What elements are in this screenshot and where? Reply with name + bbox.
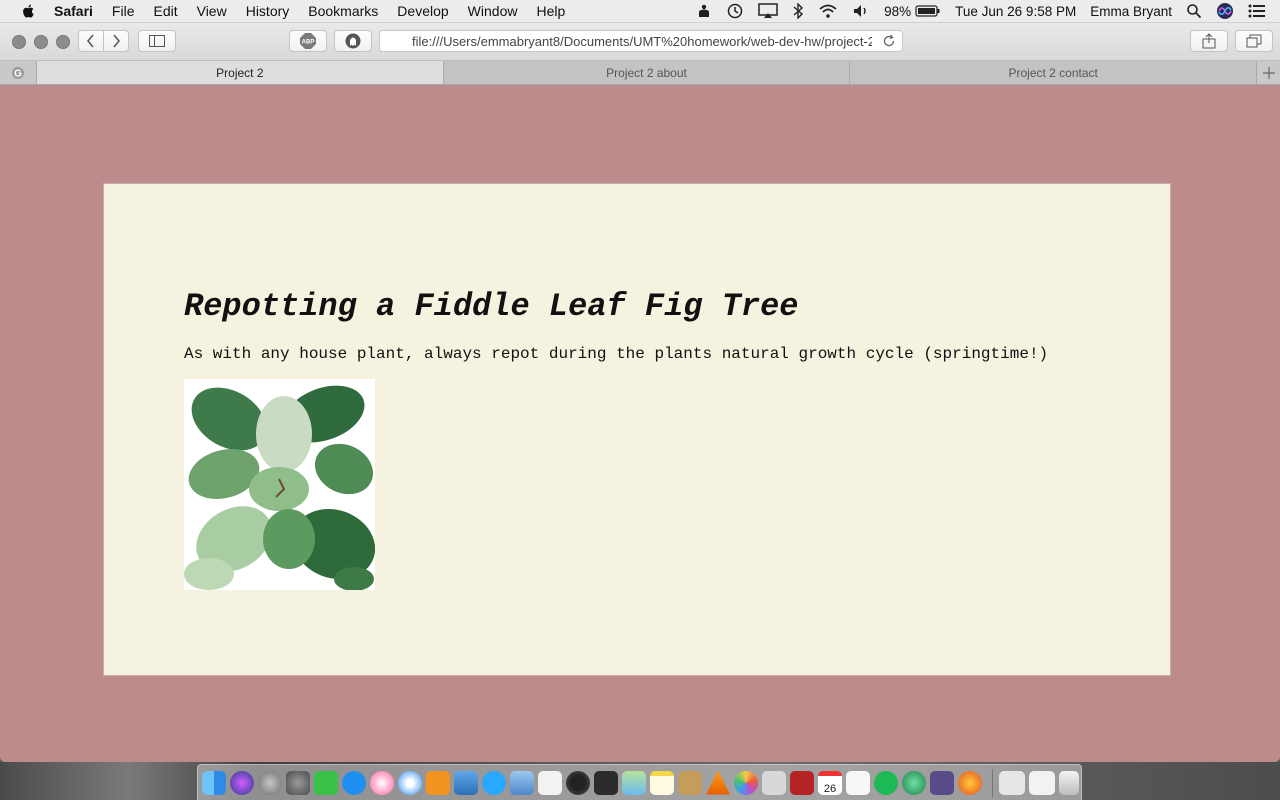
forward-button[interactable] <box>104 31 128 51</box>
new-tab-button[interactable] <box>1257 61 1280 84</box>
status-area: 98% Tue Jun 26 9:58 PM Emma Bryant <box>696 0 1280 22</box>
share-icon <box>1202 33 1216 49</box>
navigation-buttons <box>78 30 129 52</box>
close-window-button[interactable] <box>12 35 26 49</box>
app-menu-safari[interactable]: Safari <box>54 3 93 19</box>
downloads-stack-icon[interactable] <box>999 770 1025 795</box>
bluetooth-icon[interactable] <box>792 3 804 19</box>
photo-booth-icon[interactable] <box>566 770 590 795</box>
migration-icon[interactable] <box>454 770 478 795</box>
dock: 26 <box>197 764 1082 800</box>
chevron-right-icon <box>113 34 120 48</box>
menu-history[interactable]: History <box>246 3 290 19</box>
web-page: Repotting a Fiddle Leaf Fig Tree As with… <box>0 85 1280 762</box>
tabs-overview-icon <box>1246 34 1262 48</box>
sidebar-toggle-button[interactable] <box>138 30 176 52</box>
menu-view[interactable]: View <box>197 3 227 19</box>
atom-icon[interactable] <box>902 770 926 795</box>
maps-icon[interactable] <box>622 770 646 795</box>
tab-project-2[interactable]: Project 2 <box>37 61 444 84</box>
intro-paragraph: As with any house plant, always repot du… <box>184 345 1049 363</box>
back-button[interactable] <box>79 31 103 51</box>
mission-control-icon[interactable] <box>594 770 618 795</box>
app-store-icon[interactable] <box>342 770 366 795</box>
show-tabs-button[interactable] <box>1235 30 1273 52</box>
github-icon[interactable] <box>930 770 954 795</box>
zoom-window-button[interactable] <box>56 35 70 49</box>
plus-icon <box>1262 66 1275 79</box>
clock[interactable]: Tue Jun 26 9:58 PM <box>955 4 1076 19</box>
launchpad-icon[interactable] <box>258 770 282 795</box>
documents-stack-icon[interactable] <box>1029 770 1055 795</box>
chevron-left-icon <box>87 34 94 48</box>
notes-icon[interactable] <box>650 770 674 795</box>
tab-project-2-contact[interactable]: Project 2 contact <box>850 61 1258 84</box>
fiddle-leaf-fig-image <box>184 379 375 590</box>
adblock-button[interactable]: ABP <box>289 30 327 52</box>
preview-icon[interactable] <box>510 770 534 795</box>
page-title: Repotting a Fiddle Leaf Fig Tree <box>184 288 799 325</box>
spotlight-search-icon[interactable] <box>1186 3 1202 19</box>
tab-project-2-about[interactable]: Project 2 about <box>443 61 851 84</box>
safari-icon[interactable] <box>398 770 422 795</box>
accessibility-icon[interactable] <box>696 3 712 19</box>
archive-icon[interactable] <box>678 770 702 795</box>
minimize-window-button[interactable] <box>34 35 48 49</box>
pinned-tab-google[interactable]: G <box>0 61 37 84</box>
battery-icon[interactable] <box>915 4 941 18</box>
ghostery-button[interactable] <box>334 30 372 52</box>
menu-window[interactable]: Window <box>468 3 518 19</box>
svg-text:G: G <box>14 68 22 79</box>
help-icon[interactable] <box>762 770 786 795</box>
volume-icon[interactable] <box>852 3 870 19</box>
tab-bar: G Project 2 Project 2 about Project 2 co… <box>0 61 1280 85</box>
photo-app-icon[interactable] <box>790 770 814 795</box>
window-controls <box>12 35 70 49</box>
trash-icon[interactable] <box>1059 770 1079 795</box>
facetime-icon[interactable] <box>314 770 338 795</box>
content-card: Repotting a Fiddle Leaf Fig Tree As with… <box>104 184 1170 675</box>
url-text[interactable]: file:///Users/emmabryant8/Documents/UMT%… <box>412 34 872 49</box>
calendar-day: 26 <box>823 782 837 795</box>
address-bar[interactable]: file:///Users/emmabryant8/Documents/UMT%… <box>379 30 903 52</box>
wifi-icon[interactable] <box>818 3 838 19</box>
adblock-icon: ABP <box>300 33 316 49</box>
menu-help[interactable]: Help <box>536 3 565 19</box>
menu-bookmarks[interactable]: Bookmarks <box>308 3 378 19</box>
menu-develop[interactable]: Develop <box>397 3 448 19</box>
menu-bar: Safari File Edit View History Bookmarks … <box>0 0 1280 23</box>
itunes-icon[interactable] <box>370 770 394 795</box>
textedit-icon[interactable] <box>538 770 562 795</box>
notification-center-icon[interactable] <box>1248 4 1266 18</box>
share-button[interactable] <box>1190 30 1228 52</box>
apple-icon[interactable] <box>20 3 38 19</box>
time-machine-icon[interactable] <box>726 3 744 19</box>
messages-icon[interactable] <box>482 770 506 795</box>
reminders-icon[interactable] <box>846 770 870 795</box>
siri-icon[interactable] <box>230 770 254 795</box>
ibooks-icon[interactable] <box>426 770 450 795</box>
siri-icon[interactable] <box>1216 2 1234 20</box>
svg-text:ABP: ABP <box>302 40 315 46</box>
spotify-icon[interactable] <box>874 770 898 795</box>
calendar-icon[interactable]: 26 <box>818 770 842 795</box>
reload-icon[interactable] <box>882 34 896 51</box>
vlc-icon[interactable] <box>706 770 730 795</box>
google-icon: G <box>12 66 24 79</box>
sidebar-icon <box>149 35 165 47</box>
ghost-icon <box>345 33 361 49</box>
dock-separator <box>992 768 993 797</box>
firefox-icon[interactable] <box>958 770 982 795</box>
battery-percent: 98% <box>884 3 912 19</box>
user-name[interactable]: Emma Bryant <box>1090 4 1172 19</box>
system-preferences-icon[interactable] <box>286 770 310 795</box>
menu-edit[interactable]: Edit <box>153 3 177 19</box>
menu-file[interactable]: File <box>112 3 135 19</box>
airplay-icon[interactable] <box>758 3 778 19</box>
photos-icon[interactable] <box>734 770 758 795</box>
finder-icon[interactable] <box>202 770 226 795</box>
browser-toolbar: ABP file:///Users/emmabryant8/Documents/… <box>0 23 1280 61</box>
